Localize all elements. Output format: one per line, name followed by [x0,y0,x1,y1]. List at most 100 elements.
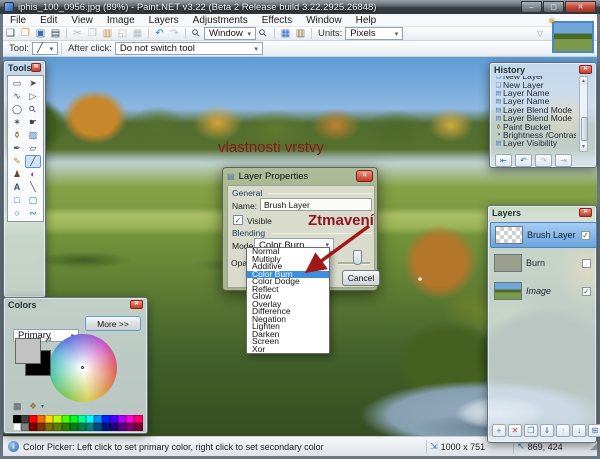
palette-swatch[interactable] [70,415,78,423]
history-item[interactable]: ▤Layer Visibility [494,139,576,147]
add-layer-icon[interactable]: + [492,424,506,437]
palette-menu-chevron-icon[interactable]: ▾ [41,403,44,410]
palette-swatch[interactable] [37,423,45,431]
tool-move-selected-pixels[interactable]: ➤ [25,77,41,90]
palette-swatch[interactable] [118,423,126,431]
image-list-chevron-icon[interactable]: ▽ [537,29,543,38]
close-button[interactable]: ✕ [565,1,596,13]
delete-layer-icon[interactable]: ✕ [508,424,522,437]
opacity-slider-thumb[interactable] [353,250,362,265]
layer-name-input[interactable] [260,198,372,211]
tool-magic-wand[interactable]: ✶ [9,116,25,129]
palette-swatch[interactable] [118,415,126,423]
palette-swatch[interactable] [126,423,134,431]
zoom-mode-select[interactable]: Window [204,27,256,40]
layer-properties-icon[interactable]: ⊞ [588,424,600,437]
palette-swatch[interactable] [21,415,29,423]
history-close-icon[interactable]: ✕ [579,65,592,74]
palette-swatch[interactable] [29,423,37,431]
palette-swatch[interactable] [13,423,21,431]
palette-swatch[interactable] [53,415,61,423]
palette-swatch[interactable] [62,415,70,423]
palette-swatch[interactable] [134,423,142,431]
history-rewind-icon[interactable]: ⇤ [495,154,512,167]
palette-swatch[interactable] [134,415,142,423]
scroll-down-icon[interactable]: ▼ [580,143,587,151]
dialog-close-icon[interactable]: ✕ [356,170,373,182]
tool-text[interactable]: A [9,181,25,194]
open-icon[interactable]: ❐ [18,27,33,40]
tool-rectangle[interactable]: □ [9,194,25,207]
menu-file[interactable]: File [3,14,33,27]
units-select[interactable]: Pixels [345,27,403,40]
palette-swatch[interactable] [102,415,110,423]
palette-swatch[interactable] [86,423,94,431]
palette-swatch[interactable] [126,415,134,423]
tool-freeform-shape[interactable]: ∾ [25,207,41,220]
palette-menu-icon[interactable]: ❖ [29,401,37,412]
palette-swatch[interactable] [45,415,53,423]
layer-row-brush-layer[interactable]: Brush Layer [490,222,597,248]
visible-checkbox[interactable]: ✓ [233,215,243,225]
move-layer-down-icon[interactable]: ↓ [572,424,586,437]
menu-help[interactable]: Help [349,14,384,27]
tool-paint-bucket[interactable]: ⚱ [9,129,25,142]
tool-select[interactable]: ╱ [32,42,58,55]
print-icon[interactable]: ▤ [48,27,63,40]
palette-swatch[interactable] [110,423,118,431]
menu-view[interactable]: View [64,14,100,27]
open-image-thumbnail[interactable] [552,21,594,53]
maximize-button[interactable]: ▢ [543,1,564,13]
tool-paintbrush[interactable]: ✒ [9,142,25,155]
layers-close-icon[interactable]: ✕ [579,208,592,217]
tool-line-curve[interactable]: ╲ [25,181,41,194]
palette-swatch[interactable] [78,423,86,431]
layer-row-image[interactable]: Image [490,278,597,304]
palette-swatch[interactable] [86,415,94,423]
tool-rectangle-select[interactable]: ▭ [9,77,25,90]
palette-swatch[interactable] [29,415,37,423]
menu-window[interactable]: Window [299,14,349,27]
transparency-icon[interactable]: ▦ [13,401,22,412]
after-click-select[interactable]: Do not switch tool [115,42,263,55]
paste-icon[interactable]: ▥ [100,27,115,40]
grid-icon[interactable]: ▦ [278,27,293,40]
tool-gradient[interactable]: ▨ [25,129,41,142]
layer-visible-checkbox[interactable] [581,231,590,240]
ruler-icon[interactable]: ▥ [293,27,308,40]
tool-ellipse[interactable]: ○ [9,207,25,220]
primary-color-swatch[interactable] [15,338,41,364]
colors-close-icon[interactable]: ✕ [130,300,143,309]
menu-image[interactable]: Image [100,14,142,27]
redo-icon[interactable]: ↷ [167,27,182,40]
crop-icon[interactable]: ◱ [115,27,130,40]
more-button[interactable]: More >> [85,316,141,331]
palette-swatch[interactable] [94,423,102,431]
duplicate-layer-icon[interactable]: ❐ [524,424,538,437]
palette-swatch[interactable] [94,415,102,423]
cancel-button[interactable]: Cancel [342,270,380,286]
tool-recolor[interactable]: ◐ [25,168,41,181]
blend-mode-option[interactable]: Xor [247,346,329,354]
menu-layers[interactable]: Layers [142,14,186,27]
history-fast-forward-icon[interactable]: ⇥ [555,154,572,167]
new-icon[interactable]: ❏ [3,27,18,40]
palette-swatch[interactable] [53,423,61,431]
swap-colors-icon[interactable]: ⇄ [45,335,52,344]
palette-swatch[interactable] [13,415,21,423]
move-layer-up-icon[interactable]: ↑ [556,424,570,437]
copy-icon[interactable]: ❐ [85,27,100,40]
layer-row-burn[interactable]: Burn [490,250,597,276]
tool-lasso-select[interactable]: ∿ [9,90,25,103]
tool-eraser[interactable]: ▱ [25,142,41,155]
palette-swatch[interactable] [45,423,53,431]
scroll-up-icon[interactable]: ▲ [580,77,587,85]
tool-rounded-rectangle[interactable]: ▢ [25,194,41,207]
tools-close-icon[interactable]: ✕ [31,63,41,72]
tool-pencil[interactable]: ✎ [9,155,25,168]
history-undo-icon[interactable]: ↶ [515,154,532,167]
palette-swatch[interactable] [21,423,29,431]
merge-layer-down-icon[interactable]: ⇓ [540,424,554,437]
palette-swatch[interactable] [62,423,70,431]
palette-swatch[interactable] [70,423,78,431]
